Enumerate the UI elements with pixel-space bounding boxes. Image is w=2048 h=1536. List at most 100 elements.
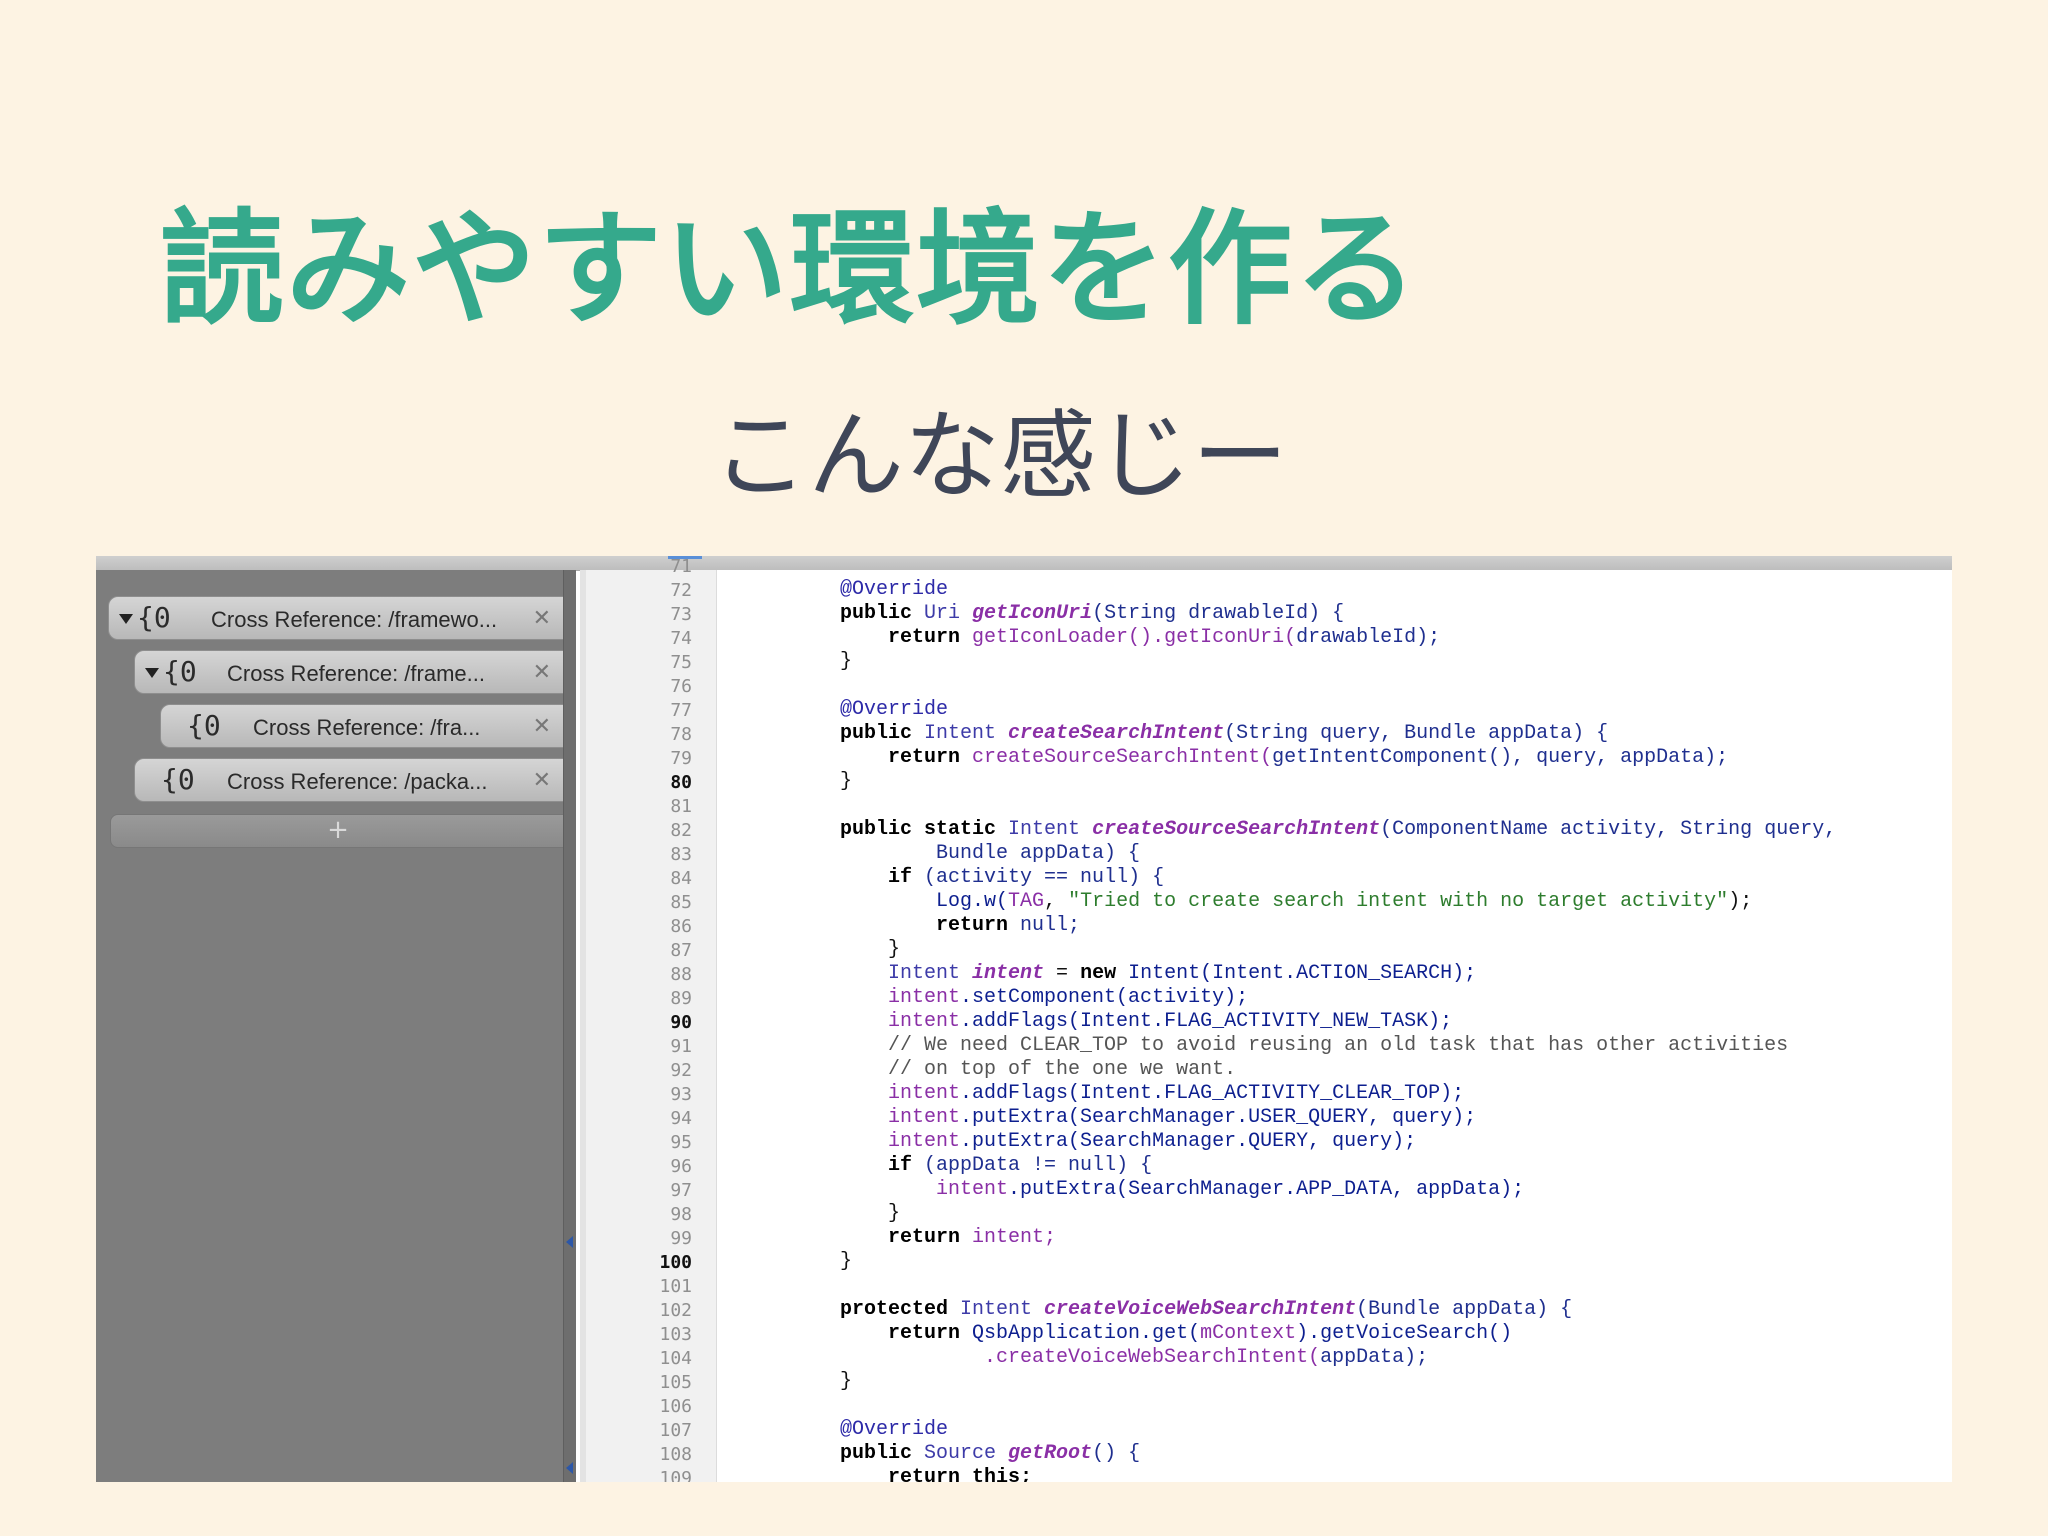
code-token: .putExtra(SearchManager.USER_QUERY, quer… <box>960 1106 1477 1129</box>
line-number: 89 <box>670 988 692 1009</box>
close-icon[interactable]: ✕ <box>533 768 551 793</box>
code-line: protected Intent createVoiceWebSearchInt… <box>792 1298 1572 1321</box>
code-token: (appData != null) { <box>912 1154 1153 1177</box>
line-number: 98 <box>670 1204 692 1225</box>
code-line: intent.setComponent(activity); <box>792 986 1248 1009</box>
code-token: intent <box>792 1010 961 1033</box>
code-line: intent.putExtra(SearchManager.USER_QUERY… <box>792 1106 1476 1129</box>
line-number: 103 <box>659 1324 692 1345</box>
code-token: (activity == null) { <box>912 866 1165 889</box>
disclosure-triangle-icon[interactable] <box>145 668 159 678</box>
code-token: Uri <box>912 602 961 625</box>
code-token: getIconLoader().getIconUri( <box>960 626 1297 649</box>
line-number: 71 <box>670 556 692 577</box>
code-line: intent.addFlags(Intent.FLAG_ACTIVITY_NEW… <box>792 1010 1452 1033</box>
collapse-arrow-icon[interactable] <box>566 1236 573 1248</box>
code-token: .addFlags(Intent.FLAG_ACTIVITY_CLEAR_TOP… <box>960 1082 1465 1105</box>
line-number: 109 <box>659 1468 692 1482</box>
code-token: return <box>792 1322 961 1345</box>
sidebar-item-xref-4[interactable]: {0 Cross Reference: /packa... ✕ <box>134 758 566 802</box>
line-number: 81 <box>670 796 692 817</box>
code-token: (ComponentName activity, String query, <box>1380 818 1837 841</box>
code-line: // on top of the one we want. <box>792 1058 1236 1081</box>
code-line: if (appData != null) { <box>792 1154 1152 1177</box>
code-line: Bundle appData) { <box>792 842 1140 865</box>
sidebar-item-label: Cross Reference: /fra... <box>253 715 481 740</box>
code-token: Intent <box>792 962 961 985</box>
code-line: intent.addFlags(Intent.FLAG_ACTIVITY_CLE… <box>792 1082 1464 1105</box>
plus-icon: + <box>327 815 349 845</box>
code-token: Intent <box>948 1298 1033 1321</box>
sidebar-item-xref-1[interactable]: {0 Cross Reference: /framewo... ✕ <box>108 596 566 640</box>
line-number: 92 <box>670 1060 692 1081</box>
line-number: 97 <box>670 1180 692 1201</box>
code-token: intent <box>792 1082 961 1105</box>
slide-subtitle: こんな感じー <box>712 400 1288 512</box>
line-number: 87 <box>670 940 692 961</box>
code-line: return this; <box>792 1466 1032 1482</box>
line-number: 78 <box>670 724 692 745</box>
code-editor[interactable]: 71 72 @Override 73 public Uri getIconUri(S… <box>580 556 1952 1482</box>
code-token: return <box>792 746 961 769</box>
code-line: public static Intent createSourceSearchI… <box>792 818 1836 841</box>
line-number: 93 <box>670 1084 692 1105</box>
code-token: Bundle appData) { <box>792 842 1141 865</box>
code-token: @Override <box>792 1418 949 1441</box>
code-line: if (activity == null) { <box>792 866 1164 889</box>
code-line: return getIconLoader().getIconUri(drawab… <box>792 626 1440 649</box>
code-line: return null; <box>792 914 1080 937</box>
code-line: public Source getRoot() { <box>792 1442 1140 1465</box>
code-token: return <box>792 1226 961 1249</box>
code-token: (Bundle appData) { <box>1356 1298 1573 1321</box>
code-token: QsbApplication.get( <box>960 1322 1201 1345</box>
add-reference-button[interactable]: + <box>110 814 566 848</box>
code-token: (String drawableId) { <box>1092 602 1345 625</box>
line-number: 85 <box>670 892 692 913</box>
code-token: Intent <box>996 818 1081 841</box>
sidebar-item-label: Cross Reference: /packa... <box>227 769 488 794</box>
sidebar-item-xref-3[interactable]: {0 Cross Reference: /fra... ✕ <box>160 704 566 748</box>
line-number: 86 <box>670 916 692 937</box>
code-token: intent <box>792 986 961 1009</box>
code-token: ); <box>1728 890 1753 913</box>
code-token: getIconUri <box>960 602 1093 625</box>
line-number: 79 <box>670 748 692 769</box>
code-token: @Override <box>792 698 949 721</box>
code-token: public <box>792 722 913 745</box>
ide-screenshot: {0 Cross Reference: /framewo... ✕ {0 Cro… <box>96 556 1952 1482</box>
code-token: } <box>792 938 901 961</box>
close-icon[interactable]: ✕ <box>533 714 551 739</box>
sidebar-resize-handle[interactable] <box>563 570 576 1482</box>
collapse-arrow-icon[interactable] <box>566 1462 573 1474</box>
line-number: 72 <box>670 580 692 601</box>
code-token: Source <box>912 1442 997 1465</box>
code-token: .createVoiceWebSearchIntent( <box>792 1346 1321 1369</box>
code-token: } <box>792 1202 901 1225</box>
code-token: @Override <box>792 578 949 601</box>
code-token: getIntentComponent(), query, appData); <box>1272 746 1729 769</box>
sidebar-item-xref-2[interactable]: {0 Cross Reference: /frame... ✕ <box>134 650 566 694</box>
line-number: 75 <box>670 652 692 673</box>
code-token: // on top of the one we want. <box>792 1058 1237 1081</box>
code-line: return createSourceSearchIntent(getInten… <box>792 746 1728 769</box>
code-token: } <box>792 1370 853 1393</box>
code-token: , <box>1044 890 1069 913</box>
close-icon[interactable]: ✕ <box>533 660 551 685</box>
disclosure-triangle-icon[interactable] <box>119 614 133 624</box>
code-token: Intent <box>912 722 997 745</box>
code-token: return <box>792 914 1009 937</box>
code-token: public <box>792 602 913 625</box>
code-token: .putExtra(SearchManager.APP_DATA, appDat… <box>1008 1178 1525 1201</box>
close-icon[interactable]: ✕ <box>533 606 551 631</box>
code-token: createSourceSearchIntent( <box>960 746 1273 769</box>
source-file-icon: {0 <box>161 763 195 796</box>
code-line: Log.w(TAG, "Tried to create search inten… <box>792 890 1752 913</box>
line-number: 91 <box>670 1036 692 1057</box>
line-number: 96 <box>670 1156 692 1177</box>
code-token: intent <box>792 1178 1009 1201</box>
code-token: createSearchIntent <box>996 722 1225 745</box>
code-line: } <box>792 1370 852 1393</box>
line-number: 88 <box>670 964 692 985</box>
code-line: public Intent createSearchIntent(String … <box>792 722 1608 745</box>
code-token: appData); <box>1320 1346 1429 1369</box>
